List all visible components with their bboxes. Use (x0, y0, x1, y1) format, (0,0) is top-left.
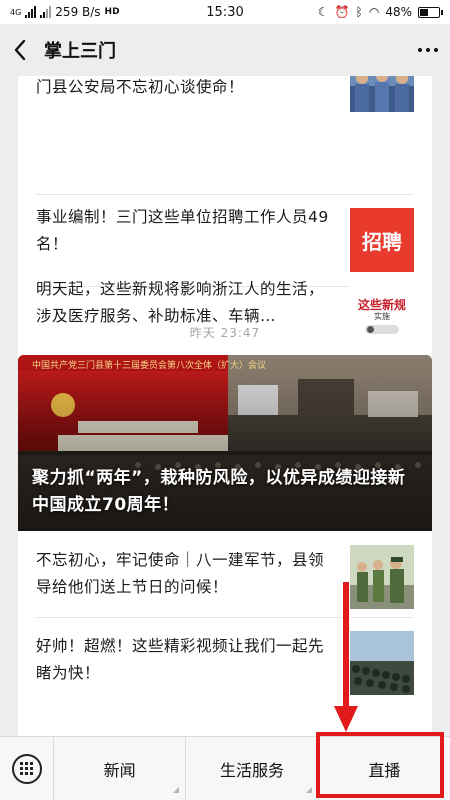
article-row[interactable]: 不忘初心，牢记使命｜八一建军节，县领导给他们送上节日的问候！ (18, 531, 432, 617)
hd-label: HD (104, 7, 120, 17)
more-icon[interactable] (406, 24, 450, 76)
keyboard-icon (11, 753, 42, 784)
article-row[interactable]: 门县公安局不忘初心谈使命！ (18, 76, 432, 112)
recruit-thumb-text: 招聘 (362, 229, 402, 254)
page-title: 掌上三门 (44, 41, 116, 62)
hero-banner-text: 中国共产党三门县第十三届委员会第八次全体（扩大）会议 (32, 361, 267, 371)
bluetooth-icon: ᛒ (355, 5, 363, 19)
rules-thumb-subtext: 实施 (374, 312, 390, 321)
annotation-arrow-icon (334, 582, 358, 732)
battery-percent: 48% (385, 5, 412, 19)
article-row[interactable]: 事业编制！三门这些单位招聘工作人员49名！ 招聘 (18, 194, 432, 286)
article-title: 不忘初心，牢记使命｜八一建军节，县领导给他们送上节日的问候！ (36, 551, 325, 596)
hero-article[interactable]: 中国共产党三门县第十三届委员会第八次全体（扩大）会议 聚力抓“两年”，栽种防风险… (18, 355, 432, 531)
article-title: 好帅！超燃！这些精彩视频让我们一起先睹为快！ (36, 637, 325, 682)
menu-label: 新闻 (103, 760, 136, 780)
recruitment-thumb: 招聘 (350, 208, 414, 272)
clock: 15:30 (206, 4, 244, 20)
status-bar: 4G 259 B/s HD 15:30 ☾ ⏰ ᛒ ◠ 48% (0, 0, 450, 24)
article-title: 事业编制！三门这些单位招聘工作人员49名！ (36, 208, 329, 253)
police-officers-thumb (350, 76, 414, 112)
keyboard-toggle-button[interactable] (0, 736, 54, 800)
wifi-icon: ◠ (368, 5, 380, 19)
soldiers-thumb (350, 545, 414, 609)
annotation-highlight-box (316, 732, 444, 798)
parade-thumb (350, 631, 414, 695)
rules-thumb-text: 这些新规 (357, 298, 406, 312)
signal2-icon (40, 6, 52, 18)
menu-item-news[interactable]: 新闻 (54, 736, 187, 800)
menu-label: 生活服务 (219, 760, 284, 780)
moon-icon: ☾ (317, 5, 329, 19)
timestamp-label: 昨天 23:47 (189, 326, 261, 340)
article-title: 门县公安局不忘初心谈使命！ (36, 78, 245, 96)
submenu-corner-icon (305, 786, 312, 793)
message-feed[interactable]: 门县公安局不忘初心谈使命！ 事业编制！三门这些单位招聘工作人员49名！ 招聘 明… (0, 76, 450, 736)
article-title: 明天起，这些新规将影响浙江人的生活，涉及医疗服务、补助标准、车辆… (36, 280, 325, 325)
nav-bar: 掌上三门 (0, 24, 450, 76)
net-speed: 259 B/s (55, 5, 101, 19)
signal-icon (25, 6, 37, 18)
article-row[interactable]: 好帅！超燃！这些精彩视频让我们一起先睹为快！ (18, 617, 432, 707)
back-arrow-icon[interactable] (0, 24, 40, 76)
article-card: 中国共产党三门县第十三届委员会第八次全体（扩大）会议 聚力抓“两年”，栽种防风险… (18, 355, 432, 736)
hero-title: 聚力抓“两年”，栽种防风险，以优异成绩迎接新中国成立70周年！ (32, 468, 406, 515)
submenu-corner-icon (173, 786, 180, 793)
menu-item-life-services[interactable]: 生活服务 (186, 736, 319, 800)
battery-icon (418, 6, 443, 18)
article-card: 门县公安局不忘初心谈使命！ 事业编制！三门这些单位招聘工作人员49名！ 招聘 明… (18, 76, 432, 366)
alarm-icon: ⏰ (334, 5, 350, 19)
network-type: 4G (10, 7, 22, 17)
